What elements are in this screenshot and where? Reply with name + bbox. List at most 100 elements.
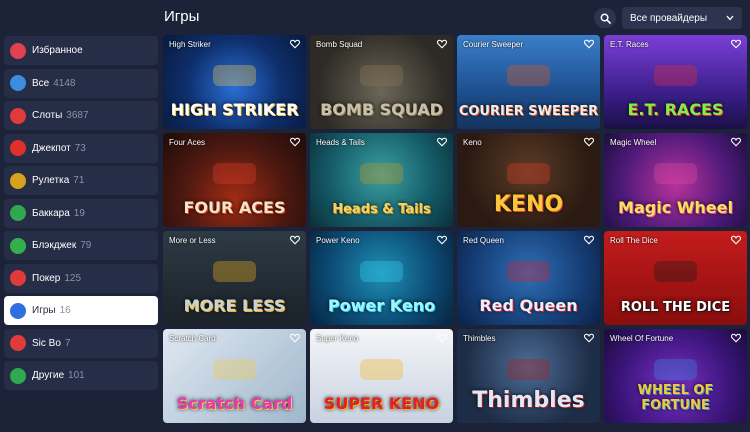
game-art xyxy=(507,65,550,86)
game-logo: ROLL THE DICE xyxy=(620,300,731,315)
game-logo: Magic Wheel xyxy=(618,198,733,217)
game-card[interactable]: Keno KENO xyxy=(457,133,600,227)
game-card[interactable]: Scratch Card Scratch Card xyxy=(163,329,306,423)
game-logo: KENO xyxy=(493,192,564,217)
game-title: Thimbles xyxy=(463,334,496,343)
sidebar-item-label: Покер xyxy=(32,272,61,284)
game-title: Keno xyxy=(463,138,482,147)
sidebar-item-label: Рулетка xyxy=(32,175,70,186)
game-title: High Striker xyxy=(169,40,211,49)
favorite-heart-icon[interactable] xyxy=(584,333,594,343)
game-logo: Heads & Tails xyxy=(332,202,431,217)
sidebar-item[interactable]: Слоты 3687 xyxy=(4,101,158,130)
game-logo: SUPER KENO xyxy=(323,394,440,413)
sidebar-item[interactable]: Рулетка 71 xyxy=(4,166,158,195)
game-card[interactable]: Magic Wheel Magic Wheel xyxy=(604,133,747,227)
game-card[interactable]: Red Queen Red Queen xyxy=(457,231,600,325)
sidebar-item-label: Все xyxy=(32,77,50,89)
favorite-heart-icon[interactable] xyxy=(290,137,300,147)
roulette-icon xyxy=(10,172,26,189)
favorite-heart-icon[interactable] xyxy=(290,235,300,245)
favorite-heart-icon[interactable] xyxy=(731,137,741,147)
game-card[interactable]: Super Keno SUPER KENO xyxy=(310,329,453,423)
sidebar-item[interactable]: Избранное xyxy=(4,36,158,65)
favorite-heart-icon[interactable] xyxy=(584,137,594,147)
globe-icon xyxy=(10,367,26,384)
sidebar-item-label: Баккара xyxy=(32,207,70,219)
game-logo: HIGH STRIKER xyxy=(170,100,299,119)
sidebar-item-count: 125 xyxy=(64,272,82,284)
game-card[interactable]: Four Aces FOUR ACES xyxy=(163,133,306,227)
sidebar-item[interactable]: Покер 125 xyxy=(4,263,158,293)
sidebar-item[interactable]: Другие 101 xyxy=(4,361,158,390)
game-art xyxy=(360,261,403,282)
game-card[interactable]: High Striker HIGH STRIKER xyxy=(163,35,306,129)
sidebar-item-count: 19 xyxy=(73,207,85,219)
game-card[interactable]: Courier Sweeper COURIER SWEEPER xyxy=(457,35,600,129)
game-card[interactable]: Bomb Squad BOMB SQUAD xyxy=(310,35,453,129)
sidebar-item-label: Sic Bo xyxy=(32,337,61,349)
game-title: Magic Wheel xyxy=(610,138,657,147)
game-card[interactable]: Wheel Of Fortune WHEEL OF FORTUNE xyxy=(604,329,747,423)
game-art xyxy=(654,359,697,380)
favorite-heart-icon[interactable] xyxy=(584,39,594,49)
jackpot-icon xyxy=(10,140,26,156)
game-logo: MORE LESS xyxy=(183,296,286,315)
game-logo: Power Keno xyxy=(327,296,436,315)
sidebar-item[interactable]: Игры 16 xyxy=(4,296,158,325)
chevron-down-icon xyxy=(726,15,734,21)
favorite-heart-icon[interactable] xyxy=(731,39,741,49)
game-logo: Red Queen xyxy=(479,296,578,315)
game-art xyxy=(213,359,256,380)
game-art xyxy=(213,163,256,184)
game-title: Roll The Dice xyxy=(610,236,658,245)
game-card[interactable]: Thimbles Thimbles xyxy=(457,329,600,423)
game-title: Heads & Tails xyxy=(316,138,365,147)
game-card[interactable]: Power Keno Power Keno xyxy=(310,231,453,325)
dice-icon xyxy=(10,335,26,351)
game-logo: WHEEL OF FORTUNE xyxy=(637,383,714,413)
game-card[interactable]: Heads & Tails Heads & Tails xyxy=(310,133,453,227)
sidebar-item[interactable]: Баккара 19 xyxy=(4,198,158,228)
game-title: E.T. Races xyxy=(610,40,649,49)
sidebar-item[interactable]: Все 4148 xyxy=(4,68,158,98)
favorite-heart-icon[interactable] xyxy=(437,137,447,147)
provider-select[interactable]: Все провайдеры xyxy=(622,7,742,29)
favorite-heart-icon[interactable] xyxy=(731,333,741,343)
game-art xyxy=(360,65,403,86)
game-art xyxy=(213,261,256,282)
game-art xyxy=(360,163,403,184)
game-title: More or Less xyxy=(169,236,216,245)
game-title: Wheel Of Fortune xyxy=(610,334,674,343)
page-title: Игры xyxy=(164,8,200,25)
game-title: Four Aces xyxy=(169,138,206,147)
favorite-heart-icon[interactable] xyxy=(437,333,447,343)
sidebar-item-label: Слоты xyxy=(32,110,63,121)
game-logo: FOUR ACES xyxy=(183,198,286,217)
favorite-heart-icon[interactable] xyxy=(290,333,300,343)
favorite-heart-icon[interactable] xyxy=(290,39,300,49)
provider-select-value: Все провайдеры xyxy=(630,12,708,24)
games-page: Игры Все провайдеры Избранное Все 4148 Слот… xyxy=(0,0,750,432)
favorite-heart-icon[interactable] xyxy=(437,235,447,245)
game-card[interactable]: More or Less MORE LESS xyxy=(163,231,306,325)
sidebar-item-label: Избранное xyxy=(32,45,83,56)
game-title: Red Queen xyxy=(463,236,504,245)
search-button[interactable] xyxy=(594,8,616,28)
game-card[interactable]: Roll The Dice ROLL THE DICE xyxy=(604,231,747,325)
favorite-heart-icon[interactable] xyxy=(584,235,594,245)
lightning-icon xyxy=(10,302,26,319)
game-title: Super Keno xyxy=(316,334,359,343)
sidebar-item-count: 3687 xyxy=(66,110,89,121)
games-grid: High Striker HIGH STRIKER Bomb Squad BOMB S… xyxy=(163,35,747,425)
sidebar-item[interactable]: Sic Bo 7 xyxy=(4,328,158,358)
sidebar-item-count: 101 xyxy=(68,370,85,381)
game-card[interactable]: E.T. Races E.T. RACES xyxy=(604,35,747,129)
favorite-heart-icon[interactable] xyxy=(731,235,741,245)
game-title: Bomb Squad xyxy=(316,40,363,49)
sidebar-item[interactable]: Блэкджек 79 xyxy=(4,231,158,260)
blackjack-icon xyxy=(10,237,26,254)
sidebar-item[interactable]: Джекпот 73 xyxy=(4,133,158,163)
favorite-heart-icon[interactable] xyxy=(437,39,447,49)
game-art xyxy=(654,261,697,282)
